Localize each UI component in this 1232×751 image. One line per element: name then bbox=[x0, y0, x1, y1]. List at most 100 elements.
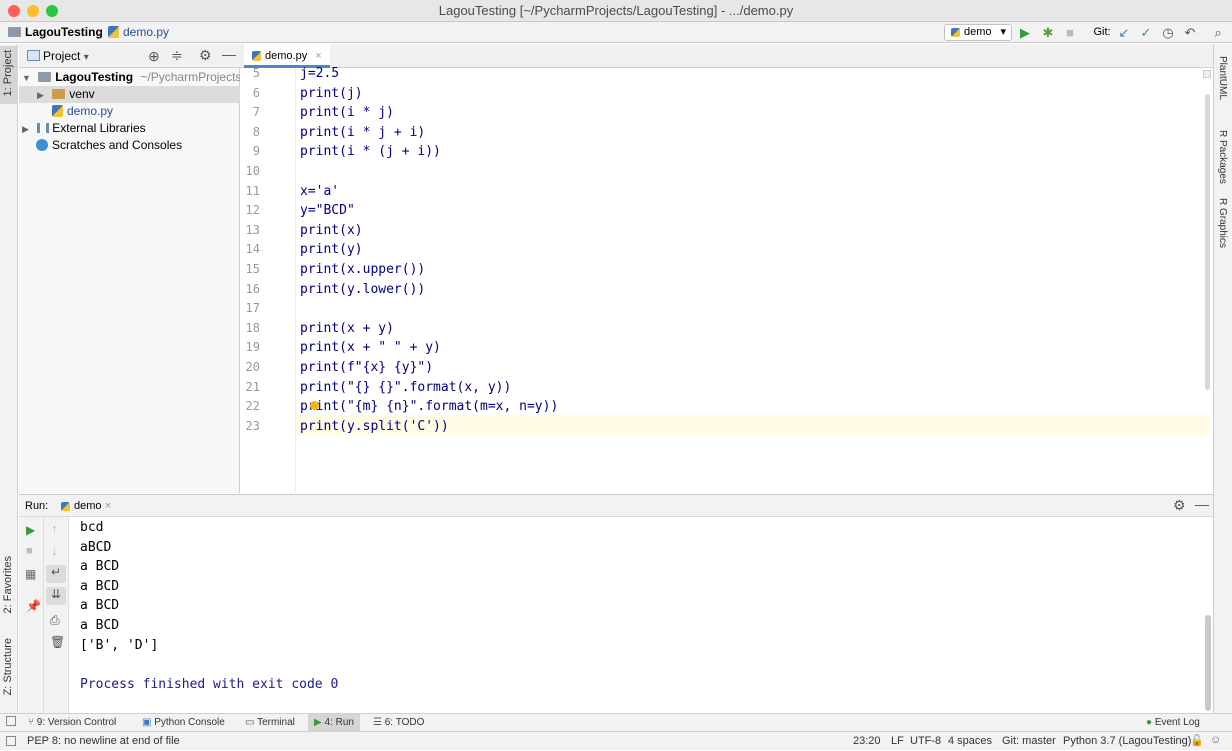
console-scrollbar[interactable] bbox=[1205, 615, 1211, 711]
tree-item-external-libraries[interactable]: ▶ External Libraries bbox=[19, 120, 240, 137]
tree-item-project-root[interactable]: ▼ LagouTesting ~/PycharmProjects/L bbox=[19, 69, 240, 86]
print-icon[interactable]: ⎙ bbox=[50, 613, 60, 628]
tool-windows-icon[interactable] bbox=[6, 716, 16, 726]
stop-icon[interactable]: ■ bbox=[1062, 25, 1078, 40]
inspector-icon[interactable]: ☺ bbox=[1210, 734, 1221, 746]
process-exit-message: Process finished with exit code 0 bbox=[80, 676, 339, 692]
line-number: 16 bbox=[245, 281, 260, 296]
rollback-icon[interactable]: ↶ bbox=[1182, 25, 1198, 40]
minimize-window-button[interactable] bbox=[27, 5, 39, 17]
maximize-window-button[interactable] bbox=[46, 5, 58, 17]
git-branch[interactable]: Git: master bbox=[1002, 732, 1056, 751]
gear-icon[interactable]: ⚙ bbox=[1173, 497, 1186, 514]
chevron-right-icon: ▶ bbox=[37, 90, 44, 100]
code-line[interactable]: print(x) bbox=[300, 221, 363, 241]
tree-item-scratches[interactable]: Scratches and Consoles bbox=[19, 137, 240, 154]
favorites-tab[interactable]: 2: Favorites bbox=[2, 556, 14, 613]
line-number: 22 bbox=[245, 399, 260, 414]
project-tool-tab[interactable]: 1: Project bbox=[0, 46, 18, 104]
code-line[interactable]: print(i * (j + i)) bbox=[300, 142, 441, 162]
close-tab-icon[interactable]: × bbox=[315, 50, 321, 62]
tab-version-control[interactable]: ⑂ 9: Version Control bbox=[28, 714, 116, 732]
editor-scrollbar[interactable] bbox=[1205, 94, 1210, 390]
breadcrumb-file[interactable]: demo.py bbox=[108, 22, 169, 43]
output-line: ['B', 'D'] bbox=[80, 637, 159, 653]
code-line[interactable]: print("{m} {n}".format(m=x, n=y)) bbox=[300, 397, 558, 417]
tab-run[interactable]: ▶ 4: Run bbox=[308, 714, 360, 732]
code-line[interactable]: print(i * j + i) bbox=[300, 123, 425, 143]
indent-setting[interactable]: 4 spaces bbox=[948, 732, 992, 751]
breadcrumb-project[interactable]: LagouTesting bbox=[8, 22, 103, 43]
code-line[interactable]: print(j) bbox=[300, 84, 363, 104]
caret-position[interactable]: 23:20 bbox=[853, 732, 881, 751]
tab-python-console[interactable]: ▣ Python Console bbox=[142, 714, 225, 732]
code-line[interactable]: print(y) bbox=[300, 240, 363, 260]
code-line[interactable]: x='a' bbox=[300, 182, 339, 202]
collapse-all-icon[interactable]: ≑ bbox=[171, 47, 183, 64]
rerun-icon[interactable]: ▶ bbox=[26, 523, 35, 537]
git-commit-icon[interactable]: ✓ bbox=[1138, 25, 1154, 40]
lock-icon[interactable]: 🔓 bbox=[1190, 734, 1204, 747]
project-panel: Project ▾ ⊕ ≑ ⚙ — ▼ LagouTesting ~/Pycha… bbox=[19, 44, 240, 493]
intention-bulb-icon[interactable] bbox=[310, 401, 319, 410]
inspection-status-icon[interactable] bbox=[1203, 70, 1211, 78]
file-encoding[interactable]: UTF-8 bbox=[910, 732, 941, 751]
project-view-select[interactable]: Project ▾ bbox=[43, 44, 89, 70]
code-line[interactable]: print(x.upper()) bbox=[300, 260, 425, 280]
right-tool-strip: PlantUML R Packages R Graphics bbox=[1213, 44, 1232, 713]
hide-panel-icon[interactable]: — bbox=[222, 46, 236, 62]
history-icon[interactable]: ◷ bbox=[1160, 25, 1176, 40]
rpackages-tab[interactable]: R Packages bbox=[1217, 130, 1228, 184]
close-tab-icon[interactable]: × bbox=[105, 500, 111, 512]
rgraphics-tab[interactable]: R Graphics bbox=[1217, 198, 1228, 248]
chevron-right-icon: ▶ bbox=[22, 124, 29, 134]
output-line: bcd bbox=[80, 520, 104, 535]
layout-icon[interactable]: ▦ bbox=[25, 567, 36, 581]
run-icon[interactable]: ▶ bbox=[1017, 25, 1033, 40]
run-label: Run: bbox=[25, 500, 49, 512]
navigation-bar: LagouTesting › demo.py demo ▾ ▶ ✱ ■ Git: … bbox=[0, 22, 1232, 43]
code-line[interactable]: print(i * j) bbox=[300, 103, 394, 123]
code-line[interactable]: print(y.split('C')) bbox=[300, 417, 449, 437]
status-message: PEP 8: no newline at end of file bbox=[27, 735, 180, 747]
event-log-button[interactable]: ● Event Log bbox=[1146, 714, 1200, 732]
line-number: 17 bbox=[245, 301, 260, 316]
python-icon bbox=[951, 28, 960, 37]
gutter-divider bbox=[295, 68, 296, 493]
python-icon bbox=[61, 502, 70, 511]
search-icon[interactable]: ⌕ bbox=[1210, 25, 1226, 40]
arrow-down-icon[interactable]: ↓ bbox=[51, 543, 58, 558]
soft-wrap-icon[interactable]: ↵ bbox=[46, 565, 66, 583]
python-interpreter[interactable]: Python 3.7 (LagouTesting) bbox=[1063, 732, 1191, 751]
git-update-icon[interactable]: ↙ bbox=[1116, 25, 1132, 40]
arrow-up-icon[interactable]: ↑ bbox=[51, 521, 58, 536]
code-line[interactable]: print(y.lower()) bbox=[300, 280, 425, 300]
close-window-button[interactable] bbox=[8, 5, 20, 17]
code-line[interactable]: print(x + y) bbox=[300, 319, 394, 339]
stop-icon[interactable]: ■ bbox=[26, 545, 33, 557]
output-line: a BCD bbox=[80, 618, 120, 633]
scroll-to-end-icon[interactable]: ⇊ bbox=[46, 587, 66, 605]
trash-icon[interactable]: 🗑 bbox=[50, 635, 65, 649]
run-configuration-select[interactable]: demo ▾ bbox=[944, 24, 1012, 41]
gear-icon[interactable]: ⚙ bbox=[199, 47, 212, 64]
plantuml-tab[interactable]: PlantUML bbox=[1217, 56, 1228, 100]
tab-todo[interactable]: ☰ 6: TODO bbox=[373, 714, 424, 732]
code-line[interactable]: j=2.5 bbox=[300, 64, 339, 84]
folder-icon bbox=[38, 72, 52, 82]
code-line[interactable]: print(f"{x} {y}") bbox=[300, 358, 433, 378]
pin-icon[interactable]: 📌 bbox=[26, 599, 41, 613]
debug-icon[interactable]: ✱ bbox=[1040, 25, 1056, 40]
tab-terminal[interactable]: ▭ Terminal bbox=[245, 714, 295, 732]
code-line[interactable]: print("{} {}".format(x, y)) bbox=[300, 378, 511, 398]
locate-file-icon[interactable]: ⊕ bbox=[148, 48, 160, 65]
tree-item-demo-py[interactable]: demo.py bbox=[19, 103, 240, 120]
run-tab-demo[interactable]: demo × bbox=[61, 495, 111, 517]
tree-item-venv[interactable]: ▶ venv bbox=[19, 86, 240, 103]
code-line[interactable]: print(x + " " + y) bbox=[300, 338, 441, 358]
structure-tab[interactable]: Z: Structure bbox=[2, 638, 14, 695]
code-line[interactable]: y="BCD" bbox=[300, 201, 355, 221]
line-separator[interactable]: LF bbox=[891, 732, 904, 751]
hide-panel-icon[interactable]: — bbox=[1195, 496, 1209, 512]
python-file-icon bbox=[52, 105, 63, 117]
